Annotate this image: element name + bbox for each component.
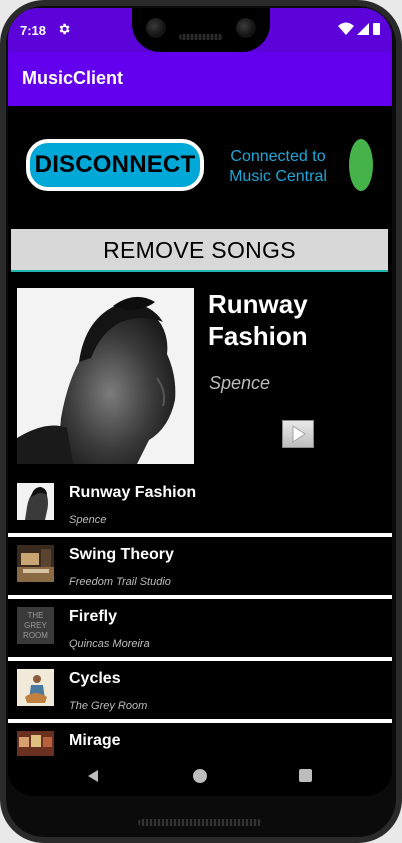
phone-bezel: 7:18 MusicClient DISCONNECT Connected to… xyxy=(6,6,396,837)
song-list-item[interactable]: Mirage xyxy=(8,726,392,756)
svg-text:THE: THE xyxy=(28,611,44,620)
connection-status-text: Connected to Music Central xyxy=(229,148,327,185)
svg-text:ROOM: ROOM xyxy=(23,631,48,640)
play-icon xyxy=(292,425,306,443)
song-thumbnail-image: THE GREY ROOM xyxy=(17,607,54,644)
song-list-item[interactable]: Runway Fashion Spence xyxy=(8,478,392,540)
earpiece-speaker xyxy=(179,34,223,40)
system-nav-bar xyxy=(8,756,392,796)
now-playing-artist: Spence xyxy=(209,373,271,393)
song-artist: Spence xyxy=(69,514,107,526)
song-thumbnail-image xyxy=(17,545,54,582)
app-title: MusicClient xyxy=(22,68,124,88)
svg-text:GREY: GREY xyxy=(24,621,47,630)
status-bar: 7:18 xyxy=(8,8,392,52)
song-title: Mirage xyxy=(69,732,121,749)
song-thumbnail-image xyxy=(17,483,54,520)
song-thumbnail xyxy=(17,483,54,520)
song-thumbnail xyxy=(17,731,54,756)
phone-frame: 7:18 MusicClient DISCONNECT Connected to… xyxy=(0,0,402,843)
gear-icon xyxy=(59,23,70,35)
battery-icon xyxy=(373,23,380,35)
song-title: Firefly xyxy=(69,608,118,625)
camera-notch xyxy=(132,8,270,52)
list-divider xyxy=(8,657,392,661)
front-camera xyxy=(146,18,166,38)
song-artist: Freedom Trail Studio xyxy=(69,576,171,588)
song-artist: Quincas Moreira xyxy=(69,638,150,650)
song-thumbnail: THE GREY ROOM xyxy=(17,607,54,644)
song-artist: The Grey Room xyxy=(69,700,148,712)
home-icon[interactable] xyxy=(193,769,207,783)
song-thumbnail xyxy=(17,669,54,706)
artist-portrait-image xyxy=(17,288,194,464)
song-list[interactable]: Runway Fashion Spence Swing Theory Freed… xyxy=(8,478,392,756)
remove-songs-button[interactable]: REMOVE SONGS xyxy=(11,229,388,272)
signal-icon xyxy=(357,23,369,35)
now-playing-album-art xyxy=(17,288,194,464)
song-title: Cycles xyxy=(69,670,121,687)
song-thumbnail-image xyxy=(17,731,54,756)
song-title: Swing Theory xyxy=(69,546,174,563)
screen: 7:18 MusicClient DISCONNECT Connected to… xyxy=(8,8,392,796)
recents-icon[interactable] xyxy=(299,769,312,782)
bottom-speaker-grille xyxy=(138,819,262,826)
connection-indicator xyxy=(349,139,373,191)
now-playing-title: Runway Fashion xyxy=(208,289,308,351)
disconnect-button[interactable]: DISCONNECT xyxy=(26,139,204,191)
song-list-item[interactable]: THE GREY ROOM Firefly Quincas Moreira xyxy=(8,602,392,664)
status-time: 7:18 xyxy=(20,23,47,38)
list-divider xyxy=(8,533,392,537)
list-divider xyxy=(8,719,392,723)
song-title: Runway Fashion xyxy=(69,484,197,501)
back-icon[interactable] xyxy=(86,769,100,783)
song-list-item[interactable]: Cycles The Grey Room xyxy=(8,664,392,726)
wifi-icon xyxy=(338,22,354,35)
play-button[interactable] xyxy=(282,420,314,448)
song-thumbnail xyxy=(17,545,54,582)
app-bar: MusicClient xyxy=(8,52,392,106)
song-thumbnail-image xyxy=(17,669,54,706)
list-divider xyxy=(8,595,392,599)
song-list-item[interactable]: Swing Theory Freedom Trail Studio xyxy=(8,540,392,602)
status-icons xyxy=(338,22,380,35)
front-sensor xyxy=(236,18,256,38)
